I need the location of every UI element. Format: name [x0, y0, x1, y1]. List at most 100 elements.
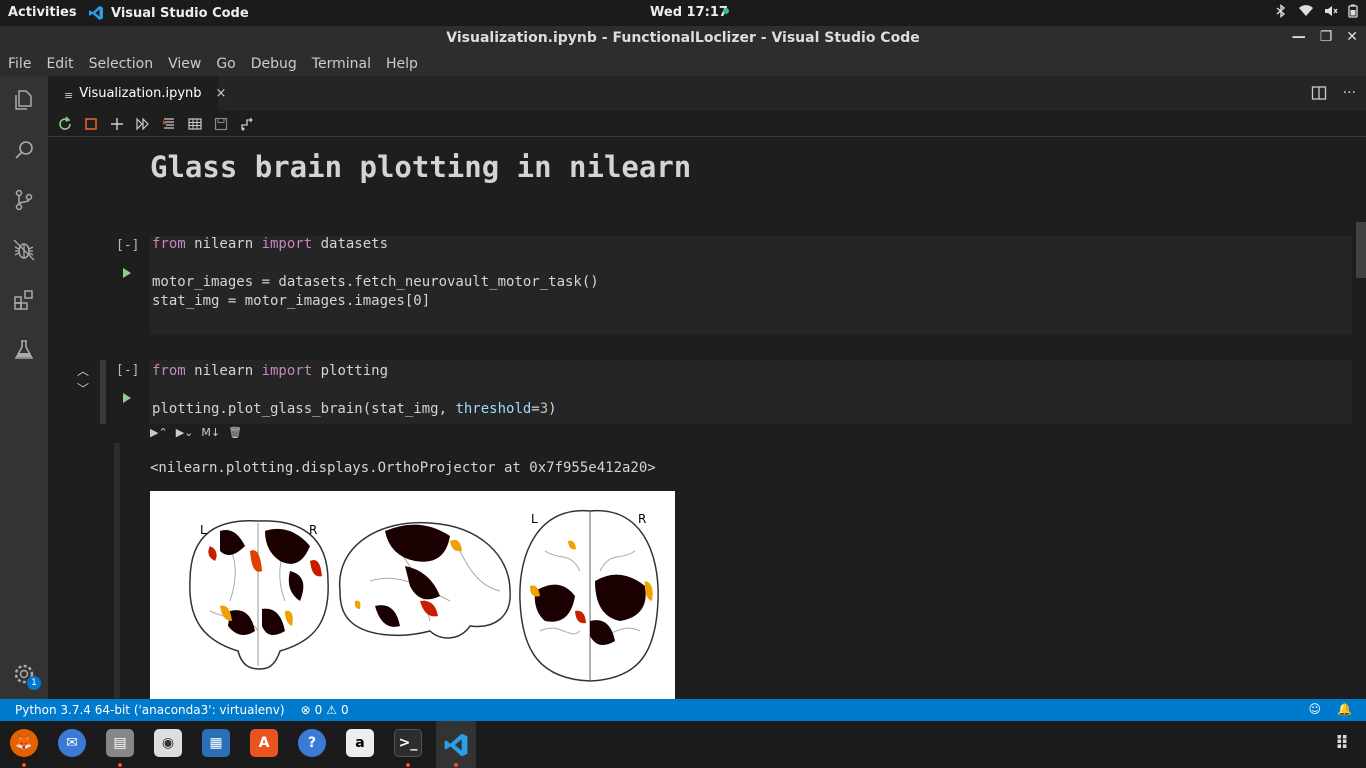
run-above-icon[interactable]: ▶⌃ [150, 426, 168, 439]
close-window-icon[interactable]: ✕ [1346, 29, 1358, 45]
help-icon[interactable]: ? [298, 729, 326, 757]
rhythmbox-icon[interactable]: ◉ [154, 729, 182, 757]
add-cell-icon[interactable] [109, 116, 125, 132]
menu-terminal[interactable]: Terminal [312, 56, 371, 72]
code-cell-2[interactable]: from nilearn import plotting plotting.pl… [150, 360, 1352, 424]
warning-count: 0 [341, 703, 349, 717]
editor-tab-bar: ≡ Visualization.ipynb × ··· [48, 76, 1366, 111]
settings-badge: 1 [27, 676, 41, 690]
operator: = [531, 401, 540, 417]
app-menu[interactable]: Visual Studio Code [88, 5, 249, 21]
more-actions-icon[interactable]: ··· [1343, 85, 1356, 101]
cell2-run-icon[interactable] [123, 393, 131, 403]
battery-icon[interactable] [1348, 4, 1358, 18]
firefox-icon[interactable]: 🦊 [10, 729, 38, 757]
selected-cell-indicator [100, 360, 106, 424]
status-right: ☺ 🔔 [1309, 702, 1352, 716]
run-below-icon[interactable]: ▶⌄ [176, 426, 194, 439]
cell1-run-icon[interactable] [123, 268, 131, 278]
status-bar: Python 3.7.4 64-bit ('anaconda3': virtua… [0, 699, 1366, 721]
error-icon: ⊗ [300, 703, 311, 717]
amazon-icon[interactable]: a [346, 729, 374, 757]
wifi-icon[interactable] [1298, 4, 1314, 18]
run-all-icon[interactable] [135, 116, 151, 132]
tab-visualization-ipynb[interactable]: ≡ Visualization.ipynb × [48, 76, 226, 111]
call: plotting.plot_glass_brain(stat_img, [152, 401, 456, 417]
software-center-icon[interactable]: A [250, 729, 278, 757]
plot-label-r1: R [309, 523, 317, 537]
debug-icon[interactable] [10, 236, 38, 264]
vscode-dock-icon[interactable] [436, 721, 476, 768]
extensions-icon[interactable] [10, 286, 38, 314]
maximize-icon[interactable]: ❐ [1320, 29, 1333, 45]
error-count: 0 [314, 703, 323, 717]
test-flask-icon[interactable] [10, 336, 38, 364]
running-indicator [406, 763, 410, 767]
notebook-editor[interactable]: Glass brain plotting in nilearn [-] from… [48, 138, 1366, 699]
activities-button[interactable]: Activities [8, 5, 77, 20]
markdown-heading: Glass brain plotting in nilearn [150, 150, 692, 184]
cell1-line3: stat_img = motor_images.images[0] [152, 293, 431, 309]
bluetooth-icon[interactable] [1274, 4, 1288, 18]
plot-label-l1: L [200, 523, 207, 537]
notification-dot [723, 8, 729, 14]
cell-actions: ▶⌃ ▶⌄ M↓ 🗑 [150, 426, 242, 439]
menu-help[interactable]: Help [386, 56, 418, 72]
minimize-icon[interactable]: — [1292, 29, 1306, 45]
vscode-logo-icon [89, 6, 103, 20]
search-icon[interactable] [10, 136, 38, 164]
move-cell-up-icon[interactable]: ︿ [77, 362, 89, 379]
sagittal-view [338, 521, 511, 639]
keyword: from [152, 236, 186, 252]
writer-icon[interactable]: ▦ [202, 729, 230, 757]
keyword: import [261, 236, 313, 252]
export-icon[interactable] [239, 116, 255, 132]
axial-view [519, 509, 659, 682]
paren: ) [548, 401, 557, 417]
number: 3 [539, 401, 549, 417]
glass-brain-svg: L R L R [189, 509, 659, 682]
close-tab-icon[interactable]: × [216, 86, 227, 101]
delete-cell-icon[interactable]: 🗑 [228, 426, 242, 439]
cell2-line1: from nilearn import plotting [152, 363, 388, 379]
source-control-icon[interactable] [10, 186, 38, 214]
cell1-exec-count: [-] [116, 238, 140, 253]
window-title: Visualization.ipynb - FunctionalLoclizer… [446, 30, 920, 46]
variables-icon[interactable] [187, 116, 203, 132]
feedback-smiley-icon[interactable]: ☺ [1309, 702, 1322, 716]
restart-kernel-icon[interactable] [57, 116, 73, 132]
activity-bar: 1 [0, 76, 48, 699]
editor-scrollbar[interactable] [1356, 222, 1366, 278]
menu-debug[interactable]: Debug [251, 56, 297, 72]
menu-go[interactable]: Go [216, 56, 235, 72]
system-tray[interactable] [1274, 4, 1358, 18]
window-controls: — ❐ ✕ [1292, 29, 1358, 45]
code-cell-1[interactable]: from nilearn import datasets motor_image… [150, 236, 1352, 334]
keyword: from [152, 363, 186, 379]
menu-edit[interactable]: Edit [46, 56, 73, 72]
terminal-icon[interactable]: >_ [394, 729, 422, 757]
python-interpreter[interactable]: Python 3.7.4 64-bit ('anaconda3': virtua… [15, 703, 285, 717]
cell2-line2: plotting.plot_glass_brain(stat_img, thre… [152, 401, 557, 417]
clock[interactable]: Wed 17:17 [650, 5, 728, 20]
menu-view[interactable]: View [168, 56, 201, 72]
move-cell-down-icon[interactable]: ﹀ [77, 380, 89, 397]
interrupt-kernel-icon[interactable] [83, 116, 99, 132]
clear-outputs-icon[interactable] [161, 116, 177, 132]
problems-indicator[interactable]: ⊗ 0 ⚠ 0 [301, 703, 349, 717]
split-editor-icon[interactable] [1311, 85, 1327, 101]
vscode-logo-icon [444, 733, 468, 756]
markdown-toggle[interactable]: M↓ [201, 426, 220, 439]
volume-icon[interactable] [1324, 4, 1338, 18]
files-icon[interactable]: ▤ [106, 729, 134, 757]
explorer-icon[interactable] [10, 86, 38, 114]
param: threshold [455, 401, 532, 417]
identifier: plotting [312, 363, 389, 379]
notifications-bell-icon[interactable]: 🔔 [1337, 702, 1352, 716]
save-icon[interactable] [213, 116, 229, 132]
show-applications-icon[interactable]: ⠿ [1328, 729, 1356, 757]
thunderbird-icon[interactable]: ✉ [58, 729, 86, 757]
menu-file[interactable]: File [8, 56, 31, 72]
menu-bar: File Edit Selection View Go Debug Termin… [0, 52, 1366, 76]
menu-selection[interactable]: Selection [89, 56, 154, 72]
